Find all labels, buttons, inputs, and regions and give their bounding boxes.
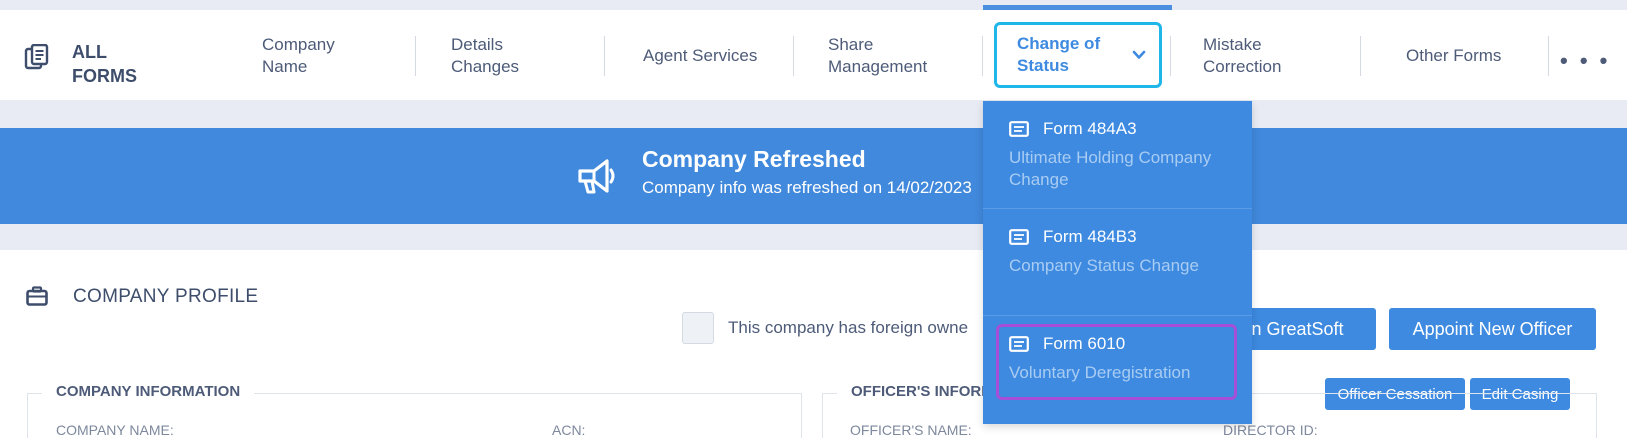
nav-divider: [604, 36, 605, 76]
nav-other-forms[interactable]: Other Forms: [1406, 33, 1501, 79]
dropdown-item-form-484b3[interactable]: Form 484B3 Company Status Change: [983, 209, 1252, 315]
active-tab-indicator: [983, 5, 1172, 10]
foreign-ownership-label: This company has foreign owne: [728, 318, 969, 337]
nav-divider: [793, 36, 794, 76]
chevron-down-icon: [1132, 50, 1146, 59]
nav-agent-services[interactable]: Agent Services: [643, 33, 757, 79]
form-icon: [1009, 121, 1029, 137]
nav-company-name[interactable]: Company Name: [262, 33, 372, 79]
officer-name-label: OFFICER'S NAME:: [850, 422, 972, 438]
nav-divider: [982, 36, 983, 76]
nav-details-changes[interactable]: Details Changes: [451, 33, 561, 79]
banner-title: Company Refreshed: [642, 146, 866, 172]
nav-share-management[interactable]: Share Management: [828, 33, 948, 79]
director-id-label: DIRECTOR ID:: [1223, 422, 1318, 438]
forms-stack-icon: [24, 44, 49, 70]
company-information-legend: COMPANY INFORMATION: [42, 383, 255, 400]
dropdown-item-form-number: Form 484A3: [1043, 119, 1137, 138]
company-profile-title: COMPANY PROFILE: [73, 286, 259, 307]
acn-label: ACN:: [552, 422, 586, 438]
more-menu-icon[interactable]: • • •: [1560, 48, 1610, 74]
form-icon: [1009, 229, 1029, 245]
all-forms-brand[interactable]: ALL FORMS: [24, 40, 152, 88]
refresh-banner: Company Refreshed Company info was refre…: [0, 128, 1627, 224]
briefcase-icon: [26, 286, 48, 306]
dropdown-item-header: Form 484A3: [1009, 119, 1137, 139]
officer-information-legend: OFFICER'S INFORI: [837, 383, 1000, 400]
dropdown-item-description: Ultimate Holding Company Change: [1009, 148, 1212, 189]
nav-divider: [1548, 36, 1549, 76]
dropdown-item-header: Form 484B3: [1009, 227, 1137, 247]
nav-divider: [415, 36, 416, 76]
foreign-ownership-checkbox[interactable]: [682, 312, 714, 344]
all-forms-label: ALL FORMS: [72, 42, 137, 86]
dropdown-item-form-number: Form 484B3: [1043, 227, 1137, 246]
appoint-new-officer-button[interactable]: Appoint New Officer: [1389, 308, 1596, 350]
dropdown-item-description: Company Status Change: [1009, 256, 1199, 275]
company-profile-section: COMPANY PROFILE This company has foreign…: [0, 250, 1627, 438]
change-of-status-dropdown: Form 484A3 Ultimate Holding Company Chan…: [983, 101, 1252, 424]
nav-mistake-correction[interactable]: Mistake Correction: [1203, 33, 1323, 79]
highlighted-item-outline: [996, 324, 1237, 400]
nav-divider: [1170, 36, 1171, 76]
nav-change-of-status-label: Change of Status: [1017, 34, 1101, 75]
megaphone-icon: [578, 159, 615, 194]
banner-subtitle: Company info was refreshed on 14/02/2023: [642, 178, 972, 197]
nav-divider: [1360, 36, 1361, 76]
nav-change-of-status[interactable]: Change of Status: [994, 22, 1162, 88]
top-nav: ALL FORMS Company Name Details Changes A…: [0, 10, 1627, 100]
company-name-label: COMPANY NAME:: [56, 422, 174, 438]
dropdown-item-form-484a3[interactable]: Form 484A3 Ultimate Holding Company Chan…: [983, 101, 1252, 208]
